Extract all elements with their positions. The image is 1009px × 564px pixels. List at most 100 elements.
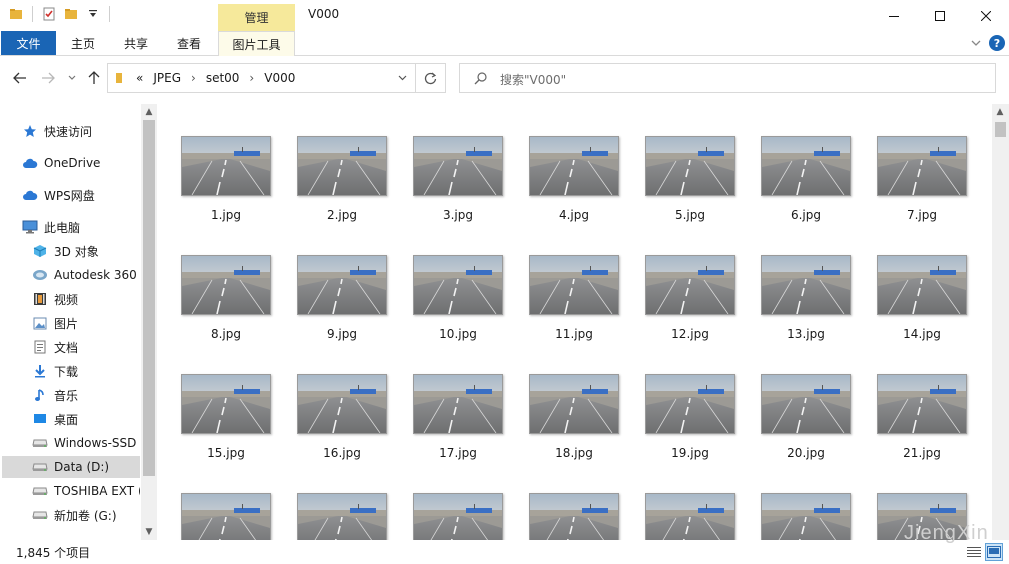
file-item[interactable]: 27.jpg xyxy=(756,461,856,540)
file-item[interactable]: 24.jpg xyxy=(408,461,508,540)
file-item[interactable]: 12.jpg xyxy=(640,223,740,341)
file-item[interactable]: 25.jpg xyxy=(524,461,624,540)
file-item[interactable]: 4.jpg xyxy=(524,104,624,222)
nav-item-12[interactable]: Windows-SSD xyxy=(0,432,140,454)
tab-share[interactable]: 共享 xyxy=(113,31,159,55)
expand-ribbon-icon[interactable] xyxy=(971,39,981,47)
file-thumbnail xyxy=(181,374,271,434)
new-folder-icon[interactable] xyxy=(63,6,79,22)
file-item[interactable]: 26.jpg xyxy=(640,461,740,540)
file-view-scrollbar[interactable]: ▲ xyxy=(992,104,1009,540)
drive-icon xyxy=(32,483,48,499)
view-switcher xyxy=(965,543,1003,561)
breadcrumb-v000[interactable]: V000 xyxy=(264,71,295,85)
file-item[interactable]: 9.jpg xyxy=(292,223,392,341)
file-thumbnail xyxy=(181,255,271,315)
quick-access-toolbar xyxy=(8,6,112,22)
file-item[interactable]: 3.jpg xyxy=(408,104,508,222)
nav-item-10[interactable]: 音乐 xyxy=(0,384,140,406)
recent-locations-button[interactable] xyxy=(63,69,81,87)
nav-item-5[interactable]: Autodesk 360 xyxy=(0,264,140,286)
nav-item-8[interactable]: 文档 xyxy=(0,336,140,358)
file-thumbnail xyxy=(645,136,735,196)
scrollbar-thumb[interactable] xyxy=(995,122,1006,137)
scroll-up-icon[interactable]: ▲ xyxy=(992,104,1008,120)
address-bar[interactable]: « JPEG › set00 › V000 xyxy=(107,63,416,93)
minimize-button[interactable] xyxy=(871,0,917,31)
chevron-down-icon xyxy=(398,75,406,81)
large-icons-view-button[interactable] xyxy=(985,543,1003,561)
refresh-button[interactable] xyxy=(416,63,446,93)
file-item[interactable]: 14.jpg xyxy=(872,223,972,341)
nav-item-11[interactable]: 桌面 xyxy=(0,408,140,430)
file-item[interactable]: 18.jpg xyxy=(524,342,624,460)
file-item[interactable]: 13.jpg xyxy=(756,223,856,341)
file-thumbnail xyxy=(297,374,387,434)
file-item[interactable]: 10.jpg xyxy=(408,223,508,341)
maximize-button[interactable] xyxy=(917,0,963,31)
nav-item-label: Data (D:) xyxy=(54,460,110,474)
scroll-up-icon[interactable]: ▲ xyxy=(141,104,157,120)
file-item[interactable]: 1.jpg xyxy=(176,104,276,222)
file-item[interactable]: 16.jpg xyxy=(292,342,392,460)
file-item[interactable]: 21.jpg xyxy=(872,342,972,460)
properties-icon[interactable] xyxy=(41,6,57,22)
qat-separator xyxy=(109,6,110,22)
navigation-pane: 快速访问 OneDrive WPS网盘此电脑 3D 对象 Autodesk 360 视频图… xyxy=(0,104,157,540)
details-view-button[interactable] xyxy=(965,543,983,561)
breadcrumb-set00[interactable]: set00 xyxy=(206,71,240,85)
nav-item-14[interactable]: TOSHIBA EXT ( xyxy=(0,480,140,502)
tab-file[interactable]: 文件 xyxy=(1,31,56,55)
file-item[interactable]: 15.jpg xyxy=(176,342,276,460)
file-item[interactable]: 17.jpg xyxy=(408,342,508,460)
file-item[interactable]: 19.jpg xyxy=(640,342,740,460)
nav-item-6[interactable]: 视频 xyxy=(0,288,140,310)
navigation-pane-scrollbar[interactable]: ▲ ▼ xyxy=(141,104,157,540)
nav-item-15[interactable]: 新加卷 (G:) xyxy=(0,504,140,526)
file-item[interactable]: 8.jpg xyxy=(176,223,276,341)
file-name: 12.jpg xyxy=(671,327,709,341)
nav-item-0[interactable]: 快速访问 xyxy=(0,120,140,142)
file-item[interactable]: 7.jpg xyxy=(872,104,972,222)
file-item[interactable]: 2.jpg xyxy=(292,104,392,222)
scrollbar-thumb[interactable] xyxy=(143,120,155,476)
file-name: 5.jpg xyxy=(674,208,706,222)
file-name: 3.jpg xyxy=(442,208,474,222)
close-button[interactable] xyxy=(963,0,1009,31)
breadcrumb-jpeg[interactable]: JPEG xyxy=(153,71,181,85)
nav-item-1[interactable]: OneDrive xyxy=(0,152,140,174)
nav-item-3[interactable]: 此电脑 xyxy=(0,216,140,238)
file-item[interactable]: 20.jpg xyxy=(756,342,856,460)
nav-item-2[interactable]: WPS网盘 xyxy=(0,184,140,206)
file-item[interactable]: 5.jpg xyxy=(640,104,740,222)
search-box[interactable]: 搜索"V000" xyxy=(459,63,996,93)
nav-item-13[interactable]: Data (D:) xyxy=(2,456,140,478)
nav-item-9[interactable]: 下载 xyxy=(0,360,140,382)
title-bar: 管理 V000 xyxy=(0,0,1009,31)
folder-icon xyxy=(116,73,122,83)
file-item[interactable]: 6.jpg xyxy=(756,104,856,222)
up-button[interactable] xyxy=(85,69,103,87)
context-tab-manage[interactable]: 管理 xyxy=(218,4,295,31)
file-name: 18.jpg xyxy=(555,446,593,460)
breadcrumb-overflow[interactable]: « xyxy=(136,71,143,85)
file-item[interactable]: 22.jpg xyxy=(176,461,276,540)
nav-item-label: 音乐 xyxy=(54,388,79,403)
help-icon[interactable]: ? xyxy=(989,35,1005,51)
arrow-right-icon xyxy=(42,72,55,84)
tab-home[interactable]: 主页 xyxy=(60,31,106,55)
back-button[interactable] xyxy=(11,69,29,87)
documents-icon xyxy=(32,339,48,355)
tab-picture-tools[interactable]: 图片工具 xyxy=(218,31,295,56)
customize-qat-icon[interactable] xyxy=(85,6,101,22)
tab-view[interactable]: 查看 xyxy=(166,31,212,55)
nav-item-4[interactable]: 3D 对象 xyxy=(0,240,140,262)
desktop-icon xyxy=(32,411,48,427)
file-item[interactable]: 23.jpg xyxy=(292,461,392,540)
address-dropdown-button[interactable] xyxy=(389,64,415,92)
file-item[interactable]: 11.jpg xyxy=(524,223,624,341)
scroll-down-icon[interactable]: ▼ xyxy=(141,524,157,540)
search-input[interactable]: 搜索"V000" xyxy=(500,71,566,88)
forward-button[interactable] xyxy=(39,69,57,87)
nav-item-7[interactable]: 图片 xyxy=(0,312,140,334)
